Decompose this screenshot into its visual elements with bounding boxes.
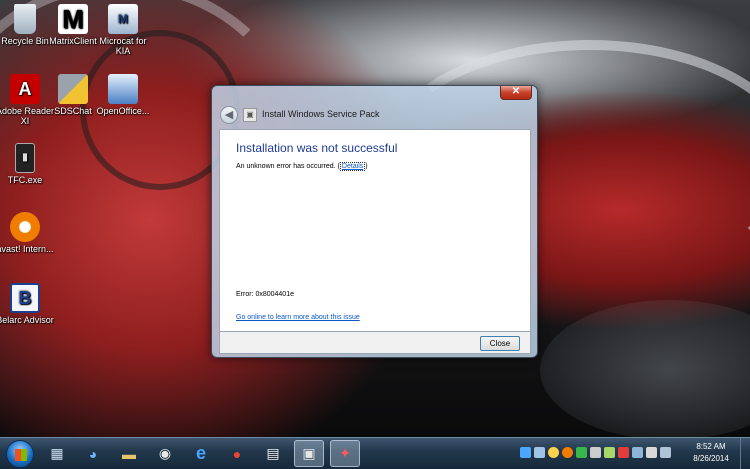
calculator-icon: ▦ (50, 445, 64, 461)
tool-app-icon: ✦ (339, 445, 351, 461)
tray-flag-icon[interactable] (618, 447, 629, 458)
tray-sun-icon[interactable] (548, 447, 559, 458)
belarc-icon: B (10, 283, 40, 313)
taskbar-network-globe[interactable]: ◕ (78, 440, 108, 467)
taskbar-chrome[interactable]: ● (222, 440, 252, 467)
window-titlebar[interactable]: ✕ ◀ ▣ Install Windows Service Pack (212, 86, 537, 124)
system-tray (520, 447, 671, 461)
calendar-icon: ▤ (266, 445, 280, 461)
error-message-text: An unknown error has occurred. (236, 163, 336, 170)
tray-leaf-icon[interactable] (604, 447, 615, 458)
taskbar-calendar[interactable]: ▤ (258, 440, 288, 467)
error-code: Error: 0x8004401e (236, 291, 294, 298)
desktop-icon-tfc[interactable]: ▮ TFC.exe (0, 143, 55, 185)
sdschat-icon (58, 74, 88, 104)
show-desktop-button[interactable] (740, 438, 750, 469)
desktop-icon-label: Belarc Advisor (0, 315, 54, 325)
close-button[interactable]: Close (480, 336, 520, 351)
clock-time: 8:52 AM (696, 442, 726, 451)
start-button[interactable] (6, 440, 34, 468)
desktop-icon-belarc[interactable]: B Belarc Advisor (0, 283, 55, 325)
desktop-icon-microcat[interactable]: M Microcat for KIA (93, 4, 153, 56)
microcat-icon: M (108, 4, 138, 34)
avast-icon (10, 212, 40, 242)
tray-wifi-icon[interactable] (660, 447, 671, 458)
tray-green-icon[interactable] (576, 447, 587, 458)
recycle-bin-icon (14, 4, 36, 34)
installer-icon: ▣ (302, 445, 316, 461)
details-link[interactable]: Details (339, 162, 366, 171)
desktop-icon-avast[interactable]: avast! Intern... (0, 212, 55, 254)
desktop-icon-label: TFC.exe (7, 175, 43, 185)
clock-date: 8/26/2014 (693, 454, 729, 463)
taskbar-tool-app[interactable]: ✦ (330, 440, 360, 467)
taskbar-internet-explorer[interactable]: e (186, 440, 216, 467)
internet-explorer-icon: e (195, 443, 206, 463)
tray-volume-icon[interactable] (646, 447, 657, 458)
taskbar-calculator[interactable]: ▦ (42, 440, 72, 467)
openoffice-icon (108, 74, 138, 104)
tray-app-icon[interactable] (534, 447, 545, 458)
desktop-icon-label: avast! Intern... (0, 244, 54, 254)
windows-logo-icon (15, 449, 27, 461)
learn-more-link[interactable]: Go online to learn more about this issue (236, 314, 360, 321)
desktop-icon-label: Microcat for KIA (99, 36, 147, 56)
installer-window-icon: ▣ (243, 108, 257, 122)
taskbar-car-app[interactable]: ▬ (114, 440, 144, 467)
desktop-icon-openoffice[interactable]: OpenOffice... (93, 74, 153, 116)
install-service-pack-window: ✕ ◀ ▣ Install Windows Service Pack Insta… (211, 85, 538, 358)
dialog-footer: Close (219, 332, 531, 354)
taskbar-installer[interactable]: ▣ (294, 440, 324, 467)
network-globe-icon: ◕ (88, 445, 98, 462)
media-disc-icon: ◉ (158, 445, 172, 461)
tray-settings-icon[interactable] (590, 447, 601, 458)
dialog-heading: Installation was not successful (236, 141, 398, 155)
wallpaper-reflection (540, 300, 750, 437)
tfc-icon: ▮ (15, 143, 35, 173)
desktop-icon-label: OpenOffice... (96, 106, 150, 116)
chrome-icon: ● (232, 445, 242, 462)
adobe-reader-icon: A (10, 74, 40, 104)
car-app-icon: ▬ (122, 445, 136, 462)
dialog-content: Installation was not successful An unkno… (219, 129, 531, 332)
error-message: An unknown error has occurred. (Details) (236, 162, 368, 171)
window-close-button[interactable]: ✕ (500, 86, 532, 100)
tray-monitor-icon[interactable] (632, 447, 643, 458)
back-arrow-icon[interactable]: ◀ (220, 106, 238, 124)
taskbar: ▦ ◕ ▬ ◉ e ● ▤ ▣ ✦ 8:52 AM 8/26/2014 (0, 437, 750, 469)
matrix-client-icon: M (58, 4, 88, 34)
window-title: Install Windows Service Pack (262, 109, 380, 119)
taskbar-clock[interactable]: 8:52 AM 8/26/2014 (686, 441, 736, 465)
tray-network-icon[interactable] (520, 447, 531, 458)
tray-avast-icon[interactable] (562, 447, 573, 458)
taskbar-media-disc[interactable]: ◉ (150, 440, 180, 467)
